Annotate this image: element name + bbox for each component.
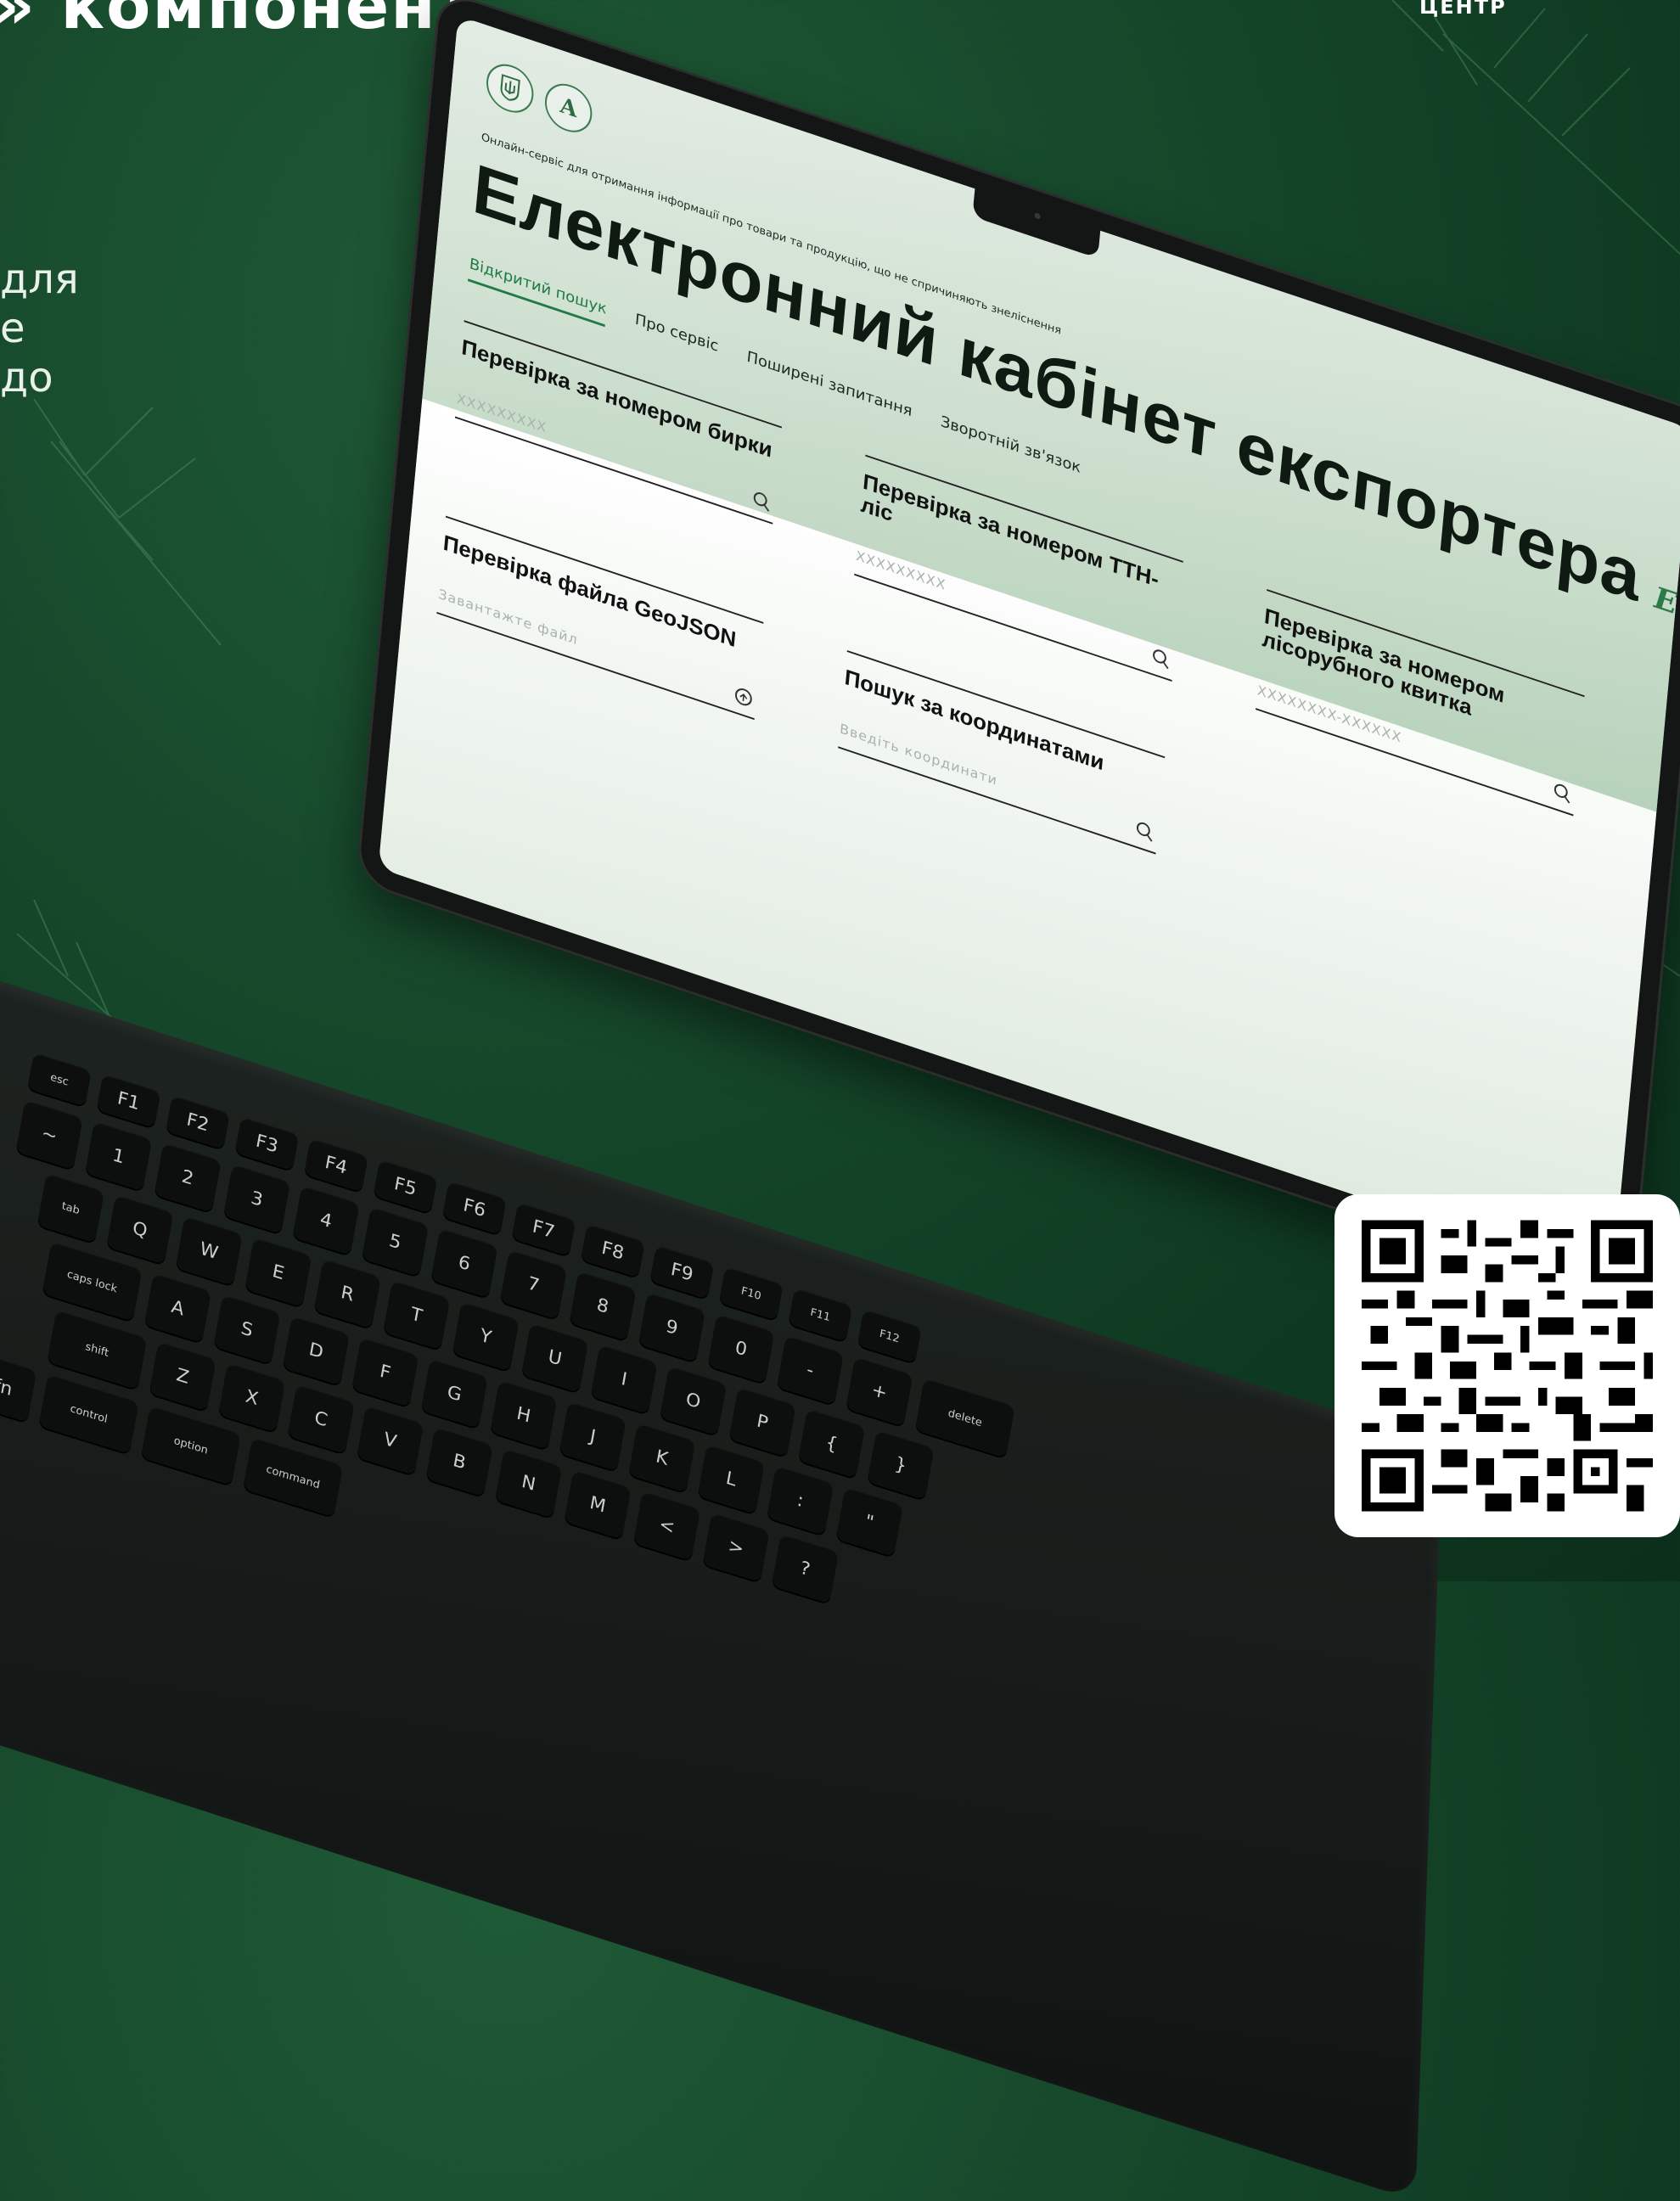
keyboard-key: -	[776, 1335, 844, 1406]
keyboard-key: W	[175, 1216, 243, 1286]
keyboard-key: tab	[37, 1173, 104, 1244]
keyboard-key: C	[287, 1384, 355, 1454]
keyboard-key: control	[38, 1373, 139, 1454]
keyboard-key: Q	[106, 1194, 174, 1265]
keyboard-key: 7	[499, 1249, 568, 1320]
brand-corner-text: ЦЕНТР	[1419, 0, 1507, 19]
background-text: для е до	[0, 255, 79, 402]
keyboard-key: Z	[149, 1341, 216, 1412]
keyboard-key: option	[140, 1405, 241, 1486]
keyboard-key: K	[628, 1423, 696, 1493]
keyboard-key: 8	[569, 1271, 637, 1341]
keyboard-key: 6	[430, 1228, 498, 1299]
keyboard-key: X	[218, 1362, 286, 1433]
search-icon[interactable]	[1135, 819, 1155, 843]
keyboard-key: A	[143, 1272, 211, 1344]
keyboard-key: <	[633, 1491, 701, 1561]
keyboard-key: :	[767, 1465, 834, 1536]
keyboard-key: 3	[223, 1164, 291, 1234]
keyboard-key: D	[282, 1316, 350, 1386]
keyboard-key: ~	[15, 1099, 83, 1171]
keyboard-key: 4	[292, 1185, 360, 1255]
keyboard-key: 2	[154, 1143, 222, 1213]
keyboard-key: J	[559, 1401, 626, 1472]
keyboard-key: >	[702, 1512, 770, 1583]
keyboard-key: +	[846, 1356, 913, 1427]
background-heading: » компонент	[0, 0, 476, 43]
keyboard-key: G	[420, 1358, 488, 1429]
keyboard-key: L	[697, 1444, 765, 1514]
camera-icon	[1034, 211, 1041, 220]
keyboard-key: }	[867, 1429, 935, 1500]
keyboard-key: P	[728, 1387, 796, 1457]
upload-icon[interactable]	[733, 685, 754, 709]
keyboard-key: ?	[771, 1534, 840, 1604]
keyboard-key: R	[313, 1259, 381, 1329]
keyboard-key: M	[564, 1469, 632, 1540]
keyboard-key: 1	[85, 1121, 153, 1192]
keyboard-key: B	[425, 1427, 493, 1497]
qr-code-icon	[1362, 1220, 1653, 1512]
keyboard-key: F	[351, 1337, 419, 1407]
search-icon[interactable]	[752, 490, 773, 514]
keyboard-key: O	[660, 1366, 728, 1436]
keyboard-key: S	[213, 1294, 281, 1365]
keyboard-key: 9	[638, 1292, 706, 1362]
keyboard-key: U	[521, 1322, 589, 1393]
keyboard-key: 5	[361, 1206, 430, 1277]
qr-code[interactable]	[1334, 1194, 1680, 1537]
background-text-line: е	[0, 305, 25, 352]
keyboard-key: command	[243, 1437, 344, 1518]
keyboard-key: E	[244, 1237, 312, 1308]
laptop-screen: A Онлайн-сервіс для отримання інформації…	[357, 0, 1680, 1305]
keyboard-key: fn	[0, 1352, 37, 1423]
keyboard-key: Y	[452, 1301, 520, 1372]
keyboard-key: 0	[707, 1313, 775, 1384]
background-text-line: до	[0, 354, 53, 401]
search-icon[interactable]	[1151, 647, 1172, 671]
keyboard-key: {	[798, 1408, 866, 1479]
keyboard-key: I	[590, 1344, 658, 1415]
keyboard-key: N	[495, 1448, 563, 1519]
search-icon[interactable]	[1553, 781, 1573, 805]
keyboard-key: "	[835, 1486, 903, 1558]
keyboard-key: H	[490, 1379, 558, 1451]
keyboard-key: V	[357, 1405, 424, 1476]
background-text-line: для	[0, 255, 79, 303]
keyboard-key: T	[383, 1280, 451, 1350]
